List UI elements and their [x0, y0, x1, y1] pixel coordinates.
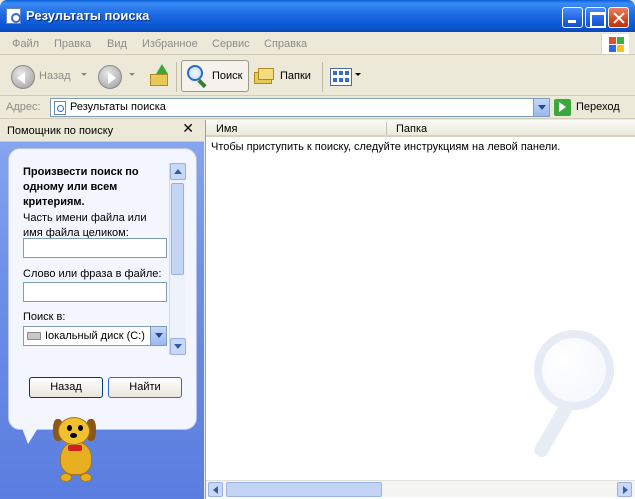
pane-header: Помощник по поиску ✕	[0, 120, 204, 142]
scroll-down-icon[interactable]	[170, 338, 186, 355]
scroll-thumb[interactable]	[171, 183, 184, 275]
scroll-thumb[interactable]	[226, 482, 382, 497]
pane-close-icon[interactable]: ✕	[182, 121, 194, 137]
filename-label: Часть имени файла или имя файла целиком:	[23, 212, 147, 239]
maximize-icon	[586, 8, 606, 28]
menu-file[interactable]: Файл	[12, 38, 39, 50]
minimize-button[interactable]	[562, 7, 583, 28]
magnifier-watermark-icon	[526, 330, 635, 470]
bubble-tail	[22, 428, 38, 444]
location-value: Iокальный диск (C:)	[45, 330, 145, 342]
toolbar-separator	[322, 62, 323, 92]
column-headers: Имя Папка	[206, 120, 635, 137]
search-bubble: Произвести поиск по одному или всем крит…	[8, 148, 197, 430]
column-name[interactable]: Имя	[216, 123, 237, 135]
menu-tools[interactable]: Сервис	[212, 38, 250, 50]
go-button[interactable]: Переход	[554, 99, 632, 117]
minimize-icon	[563, 8, 582, 27]
menu-view[interactable]: Вид	[107, 38, 127, 50]
search-results-icon	[54, 101, 66, 115]
menu-help[interactable]: Справка	[264, 38, 307, 50]
go-arrow-icon	[554, 99, 571, 116]
scroll-up-icon[interactable]	[170, 163, 186, 180]
pane-title: Помощник по поиску	[7, 125, 114, 137]
folders-label[interactable]: Папки	[280, 70, 311, 82]
horizontal-scrollbar[interactable]	[206, 480, 635, 497]
window-title: Результаты поиска	[26, 8, 150, 23]
windows-logo-icon	[601, 34, 629, 54]
scroll-left-icon[interactable]	[208, 482, 223, 497]
views-icon[interactable]	[330, 68, 352, 86]
search-results-icon	[6, 8, 21, 24]
address-input[interactable]: Результаты поиска	[50, 98, 550, 117]
magnifier-icon	[187, 65, 209, 89]
phrase-label: Слово или фраза в файле:	[23, 268, 162, 280]
address-value: Результаты поиска	[70, 101, 166, 113]
search-button[interactable]: Поиск	[181, 60, 249, 92]
search-label: Поиск	[212, 70, 243, 82]
menu-edit[interactable]: Правка	[54, 38, 91, 50]
back-button[interactable]: Назад	[29, 377, 103, 398]
menu-favorites[interactable]: Избранное	[142, 38, 198, 50]
phrase-input[interactable]	[23, 282, 167, 302]
explorer-window: Результаты поиска Файл Правка Вид Избран…	[0, 0, 635, 499]
location-label: Поиск в:	[23, 311, 66, 323]
column-folder[interactable]: Папка	[396, 123, 427, 135]
back-button[interactable]	[11, 65, 35, 89]
forward-button[interactable]	[98, 65, 122, 89]
scroll-right-icon[interactable]	[617, 482, 632, 497]
close-icon	[609, 8, 628, 27]
forward-dropdown-icon[interactable]	[129, 73, 135, 76]
address-dropdown-icon[interactable]	[533, 99, 549, 116]
search-companion-pane: Помощник по поиску ✕ Произвести поиск по…	[0, 120, 204, 499]
find-button[interactable]: Найти	[108, 377, 182, 398]
folders-icon[interactable]	[254, 68, 276, 86]
back-arrow-icon	[17, 72, 25, 84]
location-select[interactable]: Iокальный диск (C:)	[23, 326, 167, 346]
back-dropdown-icon[interactable]	[81, 73, 87, 76]
address-bar: Адрес: Результаты поиска Переход	[0, 97, 635, 119]
close-button[interactable]	[608, 7, 629, 28]
filename-input[interactable]	[23, 238, 167, 258]
address-label: Адрес:	[6, 101, 41, 113]
maximize-button[interactable]	[585, 7, 606, 28]
search-dog-icon[interactable]	[50, 415, 102, 487]
menu-bar: Файл Правка Вид Избранное Сервис Справка	[0, 32, 635, 55]
back-label[interactable]: Назад	[39, 70, 71, 82]
hard-disk-icon	[27, 332, 41, 340]
toolbar-separator	[176, 62, 177, 92]
go-label: Переход	[576, 101, 620, 113]
up-folder-icon[interactable]	[150, 64, 170, 88]
views-dropdown-icon[interactable]	[355, 73, 361, 76]
search-heading: Произвести поиск по одному или всем крит…	[23, 166, 139, 208]
column-divider[interactable]	[386, 122, 387, 135]
toolbar: Назад Поиск Папки	[0, 56, 635, 96]
forward-arrow-icon	[108, 72, 116, 84]
instructions-text: Чтобы приступить к поиску, следуйте инст…	[211, 141, 561, 153]
location-dropdown-icon[interactable]	[150, 327, 166, 345]
title-bar[interactable]: Результаты поиска	[0, 0, 635, 32]
bubble-scrollbar[interactable]	[169, 163, 186, 355]
results-pane: Имя Папка Чтобы приступить к поиску, сле…	[205, 120, 635, 499]
